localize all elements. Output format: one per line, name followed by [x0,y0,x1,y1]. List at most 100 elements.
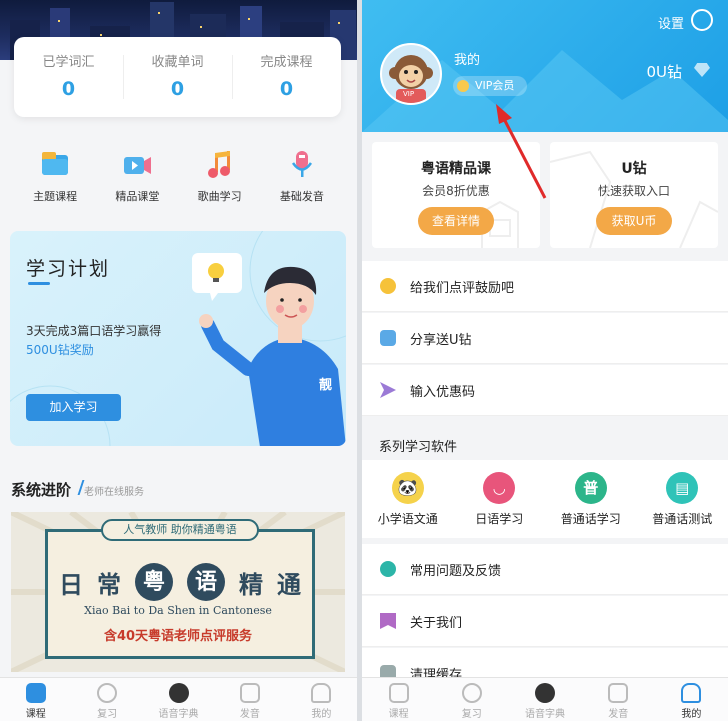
hoodie-text: 靓 [319,378,333,393]
mandarin-app-icon: 普 [574,472,607,504]
stat-label: 收藏单词 [151,55,204,70]
section-title: 系统进阶 [11,481,72,499]
menu-about-us[interactable]: 关于我们 [362,596,728,647]
tab-label: 我的 [311,709,332,720]
plan-reward: 500U钻奖励 [26,343,94,357]
app-mandarin[interactable]: 普 普通话学习 [547,460,635,538]
title-underline [28,282,50,285]
bottom-tab-bar: 课程 复习 语音字典 发音 我的 [362,677,728,721]
stat-label: 完成课程 [260,55,313,70]
learning-stats-card: 已学词汇 0 收藏单词 0 完成课程 0 [14,37,341,117]
left-screen: 已学词汇 0 收藏单词 0 完成课程 0 主题课程 精品课堂 歌曲学习 基础发音… [0,0,357,721]
menu-label: 分享送U钻 [410,332,472,348]
smiley-icon [380,278,396,294]
vip-member-badge[interactable]: VIP会员 [453,76,527,96]
chat-bubble-icon [239,683,260,703]
courses-icon [25,683,46,703]
tab-courses[interactable]: 课程 [362,678,435,721]
promo-u-diamond[interactable]: U钻 快速获取入口 获取U币 [550,142,718,248]
stat-completed-courses[interactable]: 完成课程 0 [232,37,341,117]
menu-coupon-code[interactable]: 输入优惠码 [362,365,728,416]
settings-link[interactable]: 设置 [658,13,684,32]
tab-review[interactable]: 复习 [71,678,142,721]
cantonese-course-banner[interactable]: 人气教师 助你精通粤语 日 常 粤 语 精 通 Xiao Bai to Da S… [11,512,345,672]
tab-me[interactable]: 我的 [655,678,728,721]
tab-pronunciation[interactable]: 发音 [214,678,285,721]
tab-label: 我的 [681,709,702,720]
stat-saved-words[interactable]: 收藏单词 0 [123,37,232,117]
stat-value: 0 [61,78,76,100]
menu-label: 常用问题及反馈 [410,563,502,579]
paper-plane-icon [380,382,396,398]
headline-char: 日 [59,569,83,599]
banner-english: Xiao Bai to Da Shen in Cantonese [84,604,272,617]
menu-rate-us[interactable]: 给我们点评鼓励吧 [362,261,728,312]
coin-balance[interactable]: 0U钻 [646,61,682,82]
avatar[interactable]: VIP [380,43,442,105]
category-premium-class[interactable]: 精品课堂 [102,148,172,204]
tab-label: 复习 [461,709,482,720]
profile-name[interactable]: 我的 [454,49,480,68]
series-apps-title: 系列学习软件 [379,440,458,455]
stat-label: 已学词汇 [42,55,95,70]
plan-title: 学习计划 [26,258,111,280]
stat-learned-words[interactable]: 已学词汇 0 [14,37,123,117]
profile-header: 设置 VIP 我的 VIP会员 0U钻 [362,0,728,132]
menu-faq-feedback[interactable]: 常用问题及反馈 [362,544,728,595]
app-label: 日语学习 [475,512,524,526]
stat-value: 0 [170,78,185,100]
mandarin-test-app-icon: ▤ [666,472,699,504]
category-label: 主题课程 [33,190,78,203]
tab-review[interactable]: 复习 [435,678,508,721]
tab-label: 发音 [239,709,260,720]
view-details-button[interactable]: 查看详情 [418,207,494,235]
tab-courses[interactable]: 课程 [0,678,71,721]
headset-icon [380,561,396,577]
tab-label: 复习 [97,709,118,720]
section-subtitle: 老师在线服务 [84,487,144,498]
app-label: 小学语文通 [377,512,438,526]
category-label: 歌曲学习 [197,190,242,203]
app-primary-chinese[interactable]: 🐼 小学语文通 [364,460,452,538]
chat-bubble-icon [608,683,629,703]
study-plan-card[interactable]: 学习计划 3天完成3篇口语学习赢得 500U钻奖励 加入学习 靓 [10,231,346,446]
join-study-button[interactable]: 加入学习 [26,394,121,421]
teacher-illustration: 靓 [190,249,346,446]
app-japanese[interactable]: ◡ 日语学习 [455,460,543,538]
folder-icon [39,148,71,180]
series-apps-row: 🐼 小学语文通 ◡ 日语学习 普 普通话学习 ▤ 普通话测试 [362,460,728,538]
headline-char: 常 [97,569,121,599]
panda-app-icon: 🐼 [391,472,424,504]
stat-value: 0 [279,78,294,100]
review-clock-icon [461,683,482,703]
courses-icon [388,683,409,703]
tab-voice-dictionary[interactable]: 语音字典 [508,678,581,721]
avatar-badge: VIP [403,90,415,98]
microphone-icon [286,148,318,180]
get-u-coin-button[interactable]: 获取U币 [596,207,672,235]
category-grid: 主题课程 精品课堂 歌曲学习 基础发音 [0,148,357,204]
menu-label: 关于我们 [410,615,463,631]
japanese-app-icon: ◡ [483,472,516,504]
category-basic-pronunciation[interactable]: 基础发音 [267,148,337,204]
app-mandarin-test[interactable]: ▤ 普通话测试 [638,460,726,538]
category-label: 精品课堂 [115,190,160,203]
tab-me[interactable]: 我的 [286,678,357,721]
menu-share[interactable]: 分享送U钻 [362,313,728,364]
promo-premium-course[interactable]: 粤语精品课 会员8折优惠 查看详情 [372,142,540,248]
banner-headline: 日 常 粤 语 精 通 [59,563,301,601]
app-label: 普通话学习 [560,512,621,526]
headline-char-circled: 粤 [135,563,173,601]
bottom-tab-bar: 课程 复习 语音字典 发音 我的 [0,677,357,721]
tab-voice-dictionary[interactable]: 语音字典 [143,678,214,721]
category-theme-courses[interactable]: 主题课程 [20,148,90,204]
category-song-learning[interactable]: 歌曲学习 [185,148,255,204]
tab-label: 语音字典 [158,709,199,720]
tab-pronunciation[interactable]: 发音 [582,678,655,721]
tab-label: 课程 [25,709,46,720]
plan-description: 3天完成3篇口语学习赢得 [26,324,162,338]
promo-cards: 粤语精品课 会员8折优惠 查看详情 U钻 快速获取入口 获取U币 [372,142,718,248]
smiley-settings-icon[interactable] [691,9,713,31]
menu-label: 输入优惠码 [410,384,476,400]
banner-offer: 含40天粤语老师点评服务 [103,629,253,644]
